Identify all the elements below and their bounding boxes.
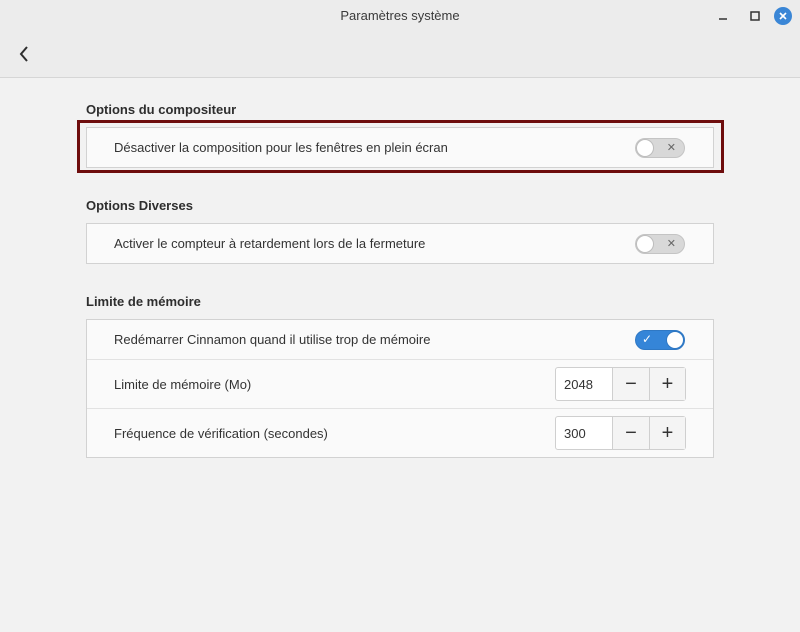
setting-label: Fréquence de vérification (secondes) <box>114 425 328 441</box>
minimize-icon <box>719 18 727 20</box>
close-icon <box>779 12 787 20</box>
maximize-button[interactable] <box>746 7 764 25</box>
setting-row-delay-counter: Activer le compteur à retardement lors d… <box>87 224 713 263</box>
disable-composition-toggle[interactable]: ✕ <box>635 137 685 158</box>
minimize-button[interactable] <box>714 7 732 25</box>
toggle-knob <box>636 138 654 157</box>
section-title-compositor: Options du compositeur <box>86 102 237 117</box>
toggle-off-icon: ✕ <box>666 141 676 154</box>
section-title-memory: Limite de mémoire <box>86 294 201 309</box>
setting-label: Désactiver la composition pour les fenêt… <box>114 140 448 155</box>
toggle-knob <box>636 234 654 253</box>
toggle-off-icon: ✕ <box>666 237 676 250</box>
toggle-knob <box>666 330 684 349</box>
increment-button[interactable]: + <box>649 417 685 449</box>
memory-panel: Redémarrer Cinnamon quand il utilise tro… <box>86 319 714 458</box>
memory-limit-stepper: 2048 − + <box>555 367 686 401</box>
decrement-button[interactable]: − <box>613 368 649 400</box>
setting-row-memory-limit: Limite de mémoire (Mo) 2048 − + <box>87 359 713 408</box>
restart-cinnamon-toggle[interactable]: ✓ <box>635 329 685 350</box>
window-title: Paramètres système <box>340 8 460 23</box>
setting-row-check-frequency: Fréquence de vérification (secondes) 300… <box>87 408 713 457</box>
setting-row-disable-composition: Désactiver la composition pour les fenêt… <box>87 128 713 167</box>
setting-label: Activer le compteur à retardement lors d… <box>114 236 426 251</box>
section-title-misc: Options Diverses <box>86 198 193 213</box>
setting-row-restart-cinnamon: Redémarrer Cinnamon quand il utilise tro… <box>87 320 713 359</box>
increment-button[interactable]: + <box>649 368 685 400</box>
misc-panel: Activer le compteur à retardement lors d… <box>86 223 714 264</box>
toggle-on-icon: ✓ <box>642 331 653 346</box>
title-bar: Paramètres système <box>0 0 800 78</box>
decrement-button[interactable]: − <box>613 417 649 449</box>
setting-label: Limite de mémoire (Mo) <box>114 376 252 392</box>
setting-label: Redémarrer Cinnamon quand il utilise tro… <box>114 332 431 347</box>
memory-limit-input[interactable]: 2048 <box>556 368 613 400</box>
back-button[interactable] <box>12 42 36 66</box>
check-frequency-input[interactable]: 300 <box>556 417 613 449</box>
chevron-left-icon <box>19 46 28 62</box>
delay-counter-toggle[interactable]: ✕ <box>635 233 685 254</box>
compositor-panel: Désactiver la composition pour les fenêt… <box>86 127 714 168</box>
close-button[interactable] <box>774 7 792 25</box>
check-frequency-stepper: 300 − + <box>555 416 686 450</box>
maximize-icon <box>750 11 760 21</box>
